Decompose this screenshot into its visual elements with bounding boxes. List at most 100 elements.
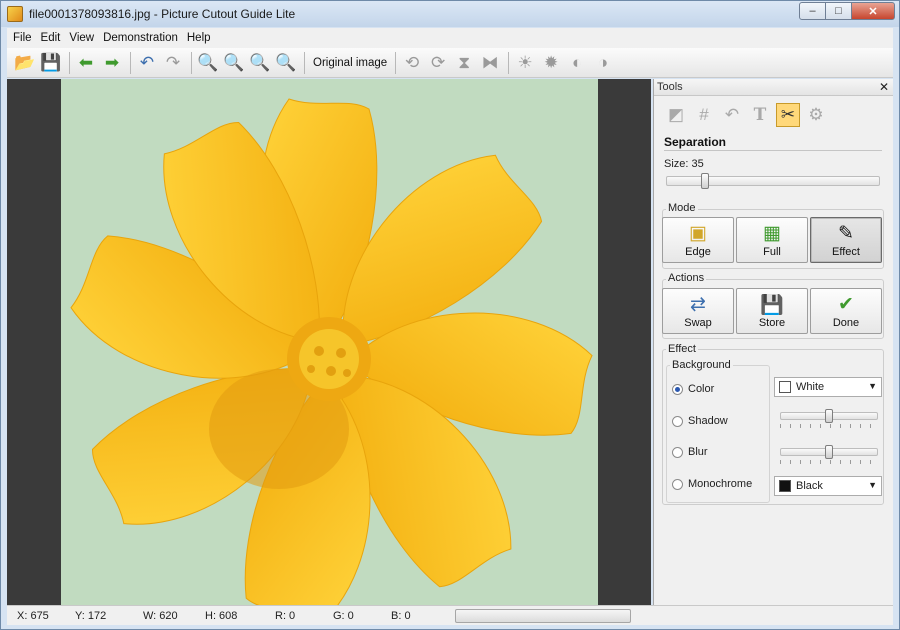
blur-slider[interactable] [780, 445, 878, 459]
title-bar: file0001378093816.jpg - Picture Cutout G… [1, 1, 899, 27]
original-image-button[interactable]: Original image [309, 57, 391, 69]
radio-monochrome-dot[interactable] [672, 478, 683, 490]
shadow-slider[interactable] [780, 409, 878, 423]
flower-petals [70, 98, 593, 605]
store-button[interactable]: 💾 Store [736, 288, 808, 334]
save-disk-icon[interactable]: 💾 [39, 51, 63, 75]
dropdown-arrow-icon: ▼ [868, 381, 877, 391]
close-button[interactable]: ✕ [851, 2, 895, 20]
store-disk-icon: 💾 [760, 295, 784, 316]
size-slider-thumb[interactable] [701, 173, 709, 189]
flower-image [70, 98, 593, 605]
full-button[interactable]: ▦ Full [736, 217, 808, 263]
toolbar-separator [304, 51, 305, 74]
status-b: B: 0 [391, 610, 411, 622]
radio-shadow-dot[interactable] [672, 415, 683, 427]
radio-blur-dot[interactable] [672, 446, 683, 458]
separation-tool-icon[interactable]: ✂ [776, 103, 800, 127]
text-icon[interactable]: T [748, 103, 772, 127]
edge-button[interactable]: ▣ Edge [662, 217, 734, 263]
radio-shadow[interactable]: Shadow [672, 415, 728, 427]
status-r: R: 0 [275, 610, 296, 622]
radio-color[interactable]: Color [672, 383, 714, 395]
status-y: Y: 172 [75, 610, 107, 622]
menu-edit[interactable]: Edit [41, 32, 61, 44]
window-title: file0001378093816.jpg - Picture Cutout G… [29, 7, 296, 21]
minimize-button[interactable]: – [799, 2, 826, 20]
app-icon [7, 6, 23, 22]
menu-demonstration[interactable]: Demonstration [103, 32, 178, 44]
done-button[interactable]: ✔ Done [810, 288, 882, 334]
open-folder-icon[interactable]: 📂 [13, 51, 37, 75]
undo-arrow-icon[interactable]: ↶ [720, 103, 744, 127]
menu-bar: File Edit View Demonstration Help [7, 28, 893, 48]
back-arrow-icon[interactable]: ⬅ [74, 51, 98, 75]
flip-horizontal-icon[interactable]: ⧓ [478, 51, 502, 75]
status-h: H: 608 [205, 610, 238, 622]
section-divider [664, 150, 882, 151]
mode-buttons: ▣ Edge ▦ Full ✎ Effect [662, 217, 884, 263]
blur-slider-thumb[interactable] [825, 445, 833, 459]
image-preview[interactable] [61, 79, 598, 605]
crop-icon[interactable]: ◩ [664, 103, 688, 127]
color-dropdown[interactable]: White ▼ [774, 377, 882, 397]
blur-slider-ticks [780, 460, 878, 464]
done-label: Done [832, 317, 860, 329]
undo-icon[interactable]: ↶ [135, 51, 159, 75]
size-slider[interactable] [666, 173, 880, 189]
swap-button[interactable]: ⇄ Swap [662, 288, 734, 334]
monochrome-dropdown-value: Black [796, 480, 823, 492]
brightness-up-icon[interactable]: ☀ [513, 51, 537, 75]
status-x: X: 675 [17, 610, 49, 622]
zoom-in-icon[interactable]: 🔍 [196, 51, 220, 75]
contrast-up-icon[interactable]: ◐ [565, 51, 589, 75]
radio-monochrome-label: Monochrome [688, 478, 753, 490]
menu-view[interactable]: View [69, 32, 94, 44]
color-dropdown-value: White [796, 381, 825, 393]
radio-color-dot[interactable] [672, 383, 683, 395]
white-swatch [779, 381, 791, 393]
store-label: Store [758, 317, 786, 329]
zoom-out-icon[interactable]: 🔍 [222, 51, 246, 75]
toolbar-separator [395, 51, 397, 74]
rotate-left-icon[interactable]: ⟲ [400, 51, 424, 75]
full-icon: ▦ [763, 223, 781, 244]
image-canvas[interactable] [7, 79, 651, 605]
monochrome-dropdown[interactable]: Black ▼ [774, 476, 882, 496]
black-swatch [779, 480, 791, 492]
maximize-button[interactable]: □ [825, 2, 852, 20]
toolbar-separator [191, 51, 192, 74]
forward-arrow-icon[interactable]: ➡ [100, 51, 124, 75]
toolbar-separator [508, 51, 510, 74]
effect-group-label: Effect [666, 343, 698, 355]
radio-shadow-label: Shadow [688, 415, 728, 427]
grid-icon[interactable]: # [692, 103, 716, 127]
size-label: Size: 35 [664, 158, 704, 170]
brightness-down-icon[interactable]: ✹ [539, 51, 563, 75]
background-label: Background [670, 359, 733, 371]
app-window: file0001378093816.jpg - Picture Cutout G… [0, 0, 900, 630]
swap-label: Swap [684, 317, 712, 329]
flip-vertical-icon[interactable]: ⧗ [452, 51, 476, 75]
radio-monochrome[interactable]: Monochrome [672, 478, 752, 490]
zoom-actual-icon[interactable]: 🔍 [274, 51, 298, 75]
mode-label: Mode [666, 202, 698, 214]
redo-icon[interactable]: ↷ [161, 51, 185, 75]
contrast-down-icon[interactable]: ◑ [591, 51, 615, 75]
radio-color-label: Color [688, 383, 715, 395]
tools-panel-title: Tools [657, 81, 683, 93]
rotate-right-icon[interactable]: ⟳ [426, 51, 450, 75]
shadow-slider-ticks [780, 424, 878, 428]
menu-file[interactable]: File [13, 32, 32, 44]
effects-tool-icon[interactable]: ⚙ [804, 103, 828, 127]
menu-help[interactable]: Help [187, 32, 211, 44]
zoom-fit-icon[interactable]: 🔍 [248, 51, 272, 75]
radio-blur[interactable]: Blur [672, 446, 708, 458]
checkmark-icon: ✔ [838, 294, 854, 315]
effect-button[interactable]: ✎ Effect [810, 217, 882, 263]
effect-label: Effect [832, 246, 860, 258]
effect-icon: ✎ [838, 223, 854, 244]
shadow-slider-thumb[interactable] [825, 409, 833, 423]
tools-close-icon[interactable]: ✕ [879, 80, 889, 94]
status-g: G: 0 [333, 610, 354, 622]
